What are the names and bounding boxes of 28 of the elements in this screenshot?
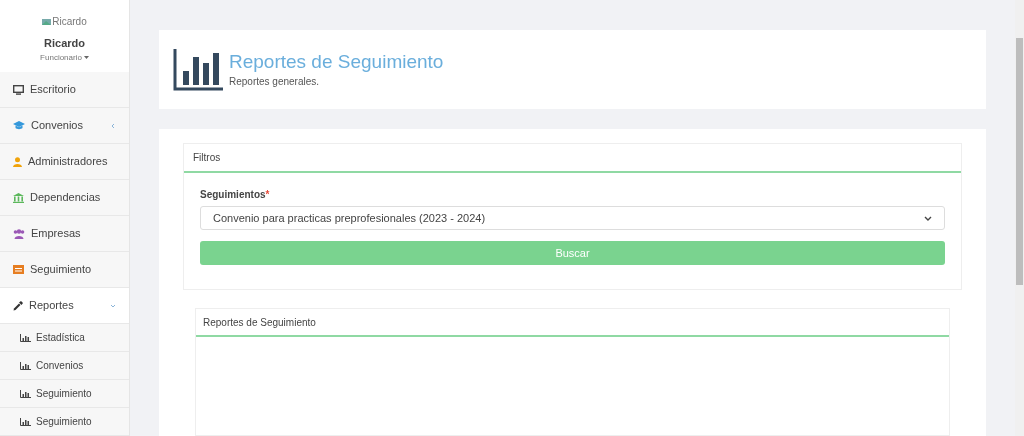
bar-chart-icon xyxy=(173,48,223,91)
broken-image-icon xyxy=(42,17,53,26)
user-name: Ricardo xyxy=(44,36,85,51)
chevron-down-icon xyxy=(110,302,116,309)
sidebar-item[interactable]: Reportes xyxy=(0,288,129,324)
chevron-down-icon xyxy=(924,215,932,221)
avatar-image: Ricardo xyxy=(42,14,87,29)
page-subtitle: Reportes generales. xyxy=(229,74,321,89)
user-role-dropdown[interactable]: Funcionario xyxy=(40,51,89,64)
chevron-left-icon xyxy=(110,122,116,129)
user-icon xyxy=(13,156,22,167)
users-icon xyxy=(13,228,25,239)
list-icon xyxy=(13,265,24,274)
scrollbar[interactable] xyxy=(1015,0,1024,436)
select-field[interactable]: Convenio para practicas preprofesionales (2023 - 2024) xyxy=(200,206,945,230)
monitor-icon xyxy=(13,84,24,95)
panel-title: Filtros xyxy=(193,151,221,165)
panel-title: Reportes de Seguimiento xyxy=(203,315,316,330)
bar-chart-icon xyxy=(20,333,31,342)
page-title: Reportes de Seguimiento xyxy=(229,50,444,74)
graduation-cap-icon xyxy=(13,121,25,130)
bar-chart-icon xyxy=(20,361,31,370)
bar-chart-icon xyxy=(20,389,31,398)
field-label: Seguimientos* xyxy=(200,188,271,202)
eyedropper-icon xyxy=(13,300,23,311)
bank-icon xyxy=(13,192,24,203)
caret-icon xyxy=(83,56,89,59)
bar-chart-icon xyxy=(20,417,31,426)
